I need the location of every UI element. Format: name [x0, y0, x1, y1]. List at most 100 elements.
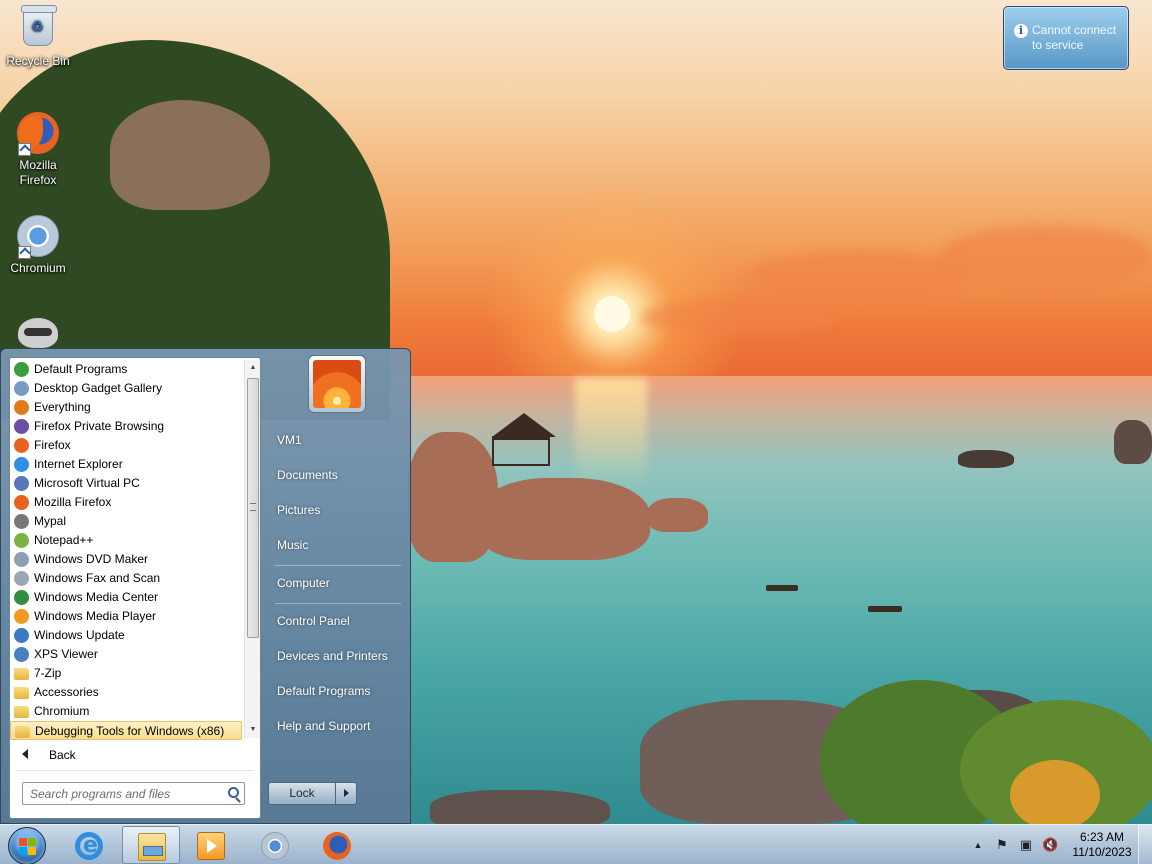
wallpaper-boat — [766, 585, 798, 591]
firefox-icon — [14, 438, 29, 453]
clock-date: 11/10/2023 — [1072, 845, 1132, 859]
taskbar-firefox[interactable] — [308, 826, 366, 864]
program-list-item[interactable]: Desktop Gadget Gallery — [10, 379, 244, 398]
taskbar: ▲ ⚑ ▣ 🔇 6:23 AM 11/10/2023 — [0, 824, 1152, 864]
program-label: Windows DVD Maker — [34, 552, 149, 566]
program-list-item[interactable]: Firefox Private Browsing — [10, 417, 244, 436]
shortcut-arrow-icon — [18, 143, 31, 156]
search-icon[interactable] — [228, 787, 239, 798]
wallpaper-rocks — [480, 478, 650, 560]
program-list-item[interactable]: Mypal — [10, 512, 244, 531]
taskbar-chromium[interactable] — [246, 826, 304, 864]
program-list-item[interactable]: Internet Explorer — [10, 455, 244, 474]
program-label: Microsoft Virtual PC — [34, 476, 140, 490]
clock-time: 6:23 AM — [1079, 830, 1125, 844]
wallpaper-rocks — [958, 450, 1014, 468]
media-player-icon — [197, 832, 225, 860]
start-button[interactable] — [8, 827, 46, 864]
lock-button[interactable]: Lock — [268, 782, 336, 805]
power-options-arrow-icon[interactable] — [335, 782, 357, 805]
right-link-help-support[interactable]: Help and Support — [267, 713, 407, 739]
program-label: Everything — [34, 400, 91, 414]
start-search-box[interactable] — [22, 782, 245, 805]
program-list-item[interactable]: Mozilla Firefox — [10, 493, 244, 512]
programs-scrollbar[interactable]: ▲ ▼ — [244, 360, 260, 738]
action-center-flag-icon[interactable]: ⚑ — [994, 837, 1010, 853]
program-list-item[interactable]: 7-Zip — [10, 664, 244, 683]
folder-icon — [14, 706, 29, 718]
notification-balloon[interactable]: i Cannot connect to service — [1003, 6, 1129, 70]
back-label: Back — [49, 748, 76, 762]
notification-area: ▲ ⚑ ▣ 🔇 — [968, 825, 1068, 864]
fax-scan-icon — [14, 571, 29, 586]
program-label: Accessories — [34, 685, 99, 699]
right-link-music[interactable]: Music — [267, 532, 407, 558]
right-link-pictures[interactable]: Pictures — [267, 497, 407, 523]
program-label: Chromium — [34, 704, 90, 718]
desktop-icon-chromium[interactable]: Chromium — [0, 215, 76, 276]
scroll-down-arrow-icon[interactable]: ▼ — [245, 722, 261, 738]
volume-muted-icon[interactable]: 🔇 — [1042, 837, 1058, 853]
folder-icon — [14, 668, 29, 680]
back-arrow-icon — [22, 749, 28, 759]
program-list-item[interactable]: Notepad++ — [10, 531, 244, 550]
program-label: 7-Zip — [34, 666, 62, 680]
right-link-computer[interactable]: Computer — [267, 570, 407, 596]
program-list-item[interactable]: Windows Update — [10, 626, 244, 645]
wallpaper-rocks — [648, 498, 708, 532]
right-link-default-programs[interactable]: Default Programs — [267, 678, 407, 704]
start-menu: Default Programs Desktop Gadget Gallery Ev… — [0, 348, 411, 824]
scrollbar-thumb[interactable] — [247, 378, 259, 638]
wallpaper-rocks — [1114, 420, 1152, 464]
program-label: Mypal — [34, 514, 67, 528]
media-player-icon — [14, 609, 29, 624]
divider — [275, 603, 401, 604]
program-list-item[interactable]: Windows Fax and Scan — [10, 569, 244, 588]
firefox-private-icon — [14, 419, 29, 434]
desktop-icon-recycle-bin[interactable]: Recycle Bin — [0, 5, 76, 69]
dvd-maker-icon — [14, 552, 29, 567]
taskbar-clock[interactable]: 6:23 AM 11/10/2023 — [1066, 830, 1138, 860]
program-list-item[interactable]: Microsoft Virtual PC — [10, 474, 244, 493]
right-link-documents[interactable]: Documents — [267, 462, 407, 488]
taskbar-internet-explorer[interactable] — [60, 826, 118, 864]
divider — [16, 770, 254, 771]
program-list-item[interactable]: Chromium — [10, 702, 244, 721]
right-link-control-panel[interactable]: Control Panel — [267, 608, 407, 634]
scroll-up-arrow-icon[interactable]: ▲ — [245, 360, 261, 376]
everything-search-icon — [14, 400, 29, 415]
network-icon[interactable]: ▣ — [1018, 837, 1034, 853]
desktop-icon-label: Recycle Bin — [6, 54, 70, 68]
wallpaper-cloud — [940, 225, 1152, 285]
notepad-plus-plus-icon — [14, 533, 29, 548]
notification-text: Cannot connect to service — [1032, 23, 1117, 52]
show-hidden-icons-icon[interactable]: ▲ — [970, 837, 986, 853]
wallpaper-cloud — [750, 250, 970, 300]
desktop-icon-label: Mozilla Firefox — [19, 158, 57, 187]
search-input[interactable] — [23, 783, 218, 804]
desktop-icon-firefox[interactable]: Mozilla Firefox — [0, 112, 76, 188]
program-list-item[interactable]: Windows Media Center — [10, 588, 244, 607]
back-button[interactable]: Back — [10, 744, 260, 766]
program-list-item[interactable]: Firefox — [10, 436, 244, 455]
show-desktop-button[interactable] — [1138, 825, 1152, 864]
program-label: Firefox Private Browsing — [34, 419, 165, 433]
right-link-devices-printers[interactable]: Devices and Printers — [267, 643, 407, 669]
wallpaper-foliage — [1010, 760, 1100, 824]
program-list-item[interactable]: Default Programs — [10, 360, 244, 379]
program-list-item[interactable]: Windows DVD Maker — [10, 550, 244, 569]
taskbar-windows-explorer[interactable] — [122, 826, 180, 864]
program-label: XPS Viewer — [34, 647, 98, 661]
divider — [275, 565, 401, 566]
right-link-user[interactable]: VM1 — [267, 427, 407, 453]
folder-icon — [14, 687, 29, 699]
program-list-item[interactable]: XPS Viewer — [10, 645, 244, 664]
program-list-item[interactable]: Accessories — [10, 683, 244, 702]
program-list-item[interactable]: Debugging Tools for Windows (x86) — [10, 721, 242, 740]
program-label: Windows Fax and Scan — [34, 571, 161, 585]
program-list-item[interactable]: Windows Media Player — [10, 607, 244, 626]
program-list-item[interactable]: Everything — [10, 398, 244, 417]
user-picture-frame[interactable] — [308, 355, 366, 413]
taskbar-media-player[interactable] — [182, 826, 240, 864]
folder-explorer-icon — [138, 833, 166, 861]
